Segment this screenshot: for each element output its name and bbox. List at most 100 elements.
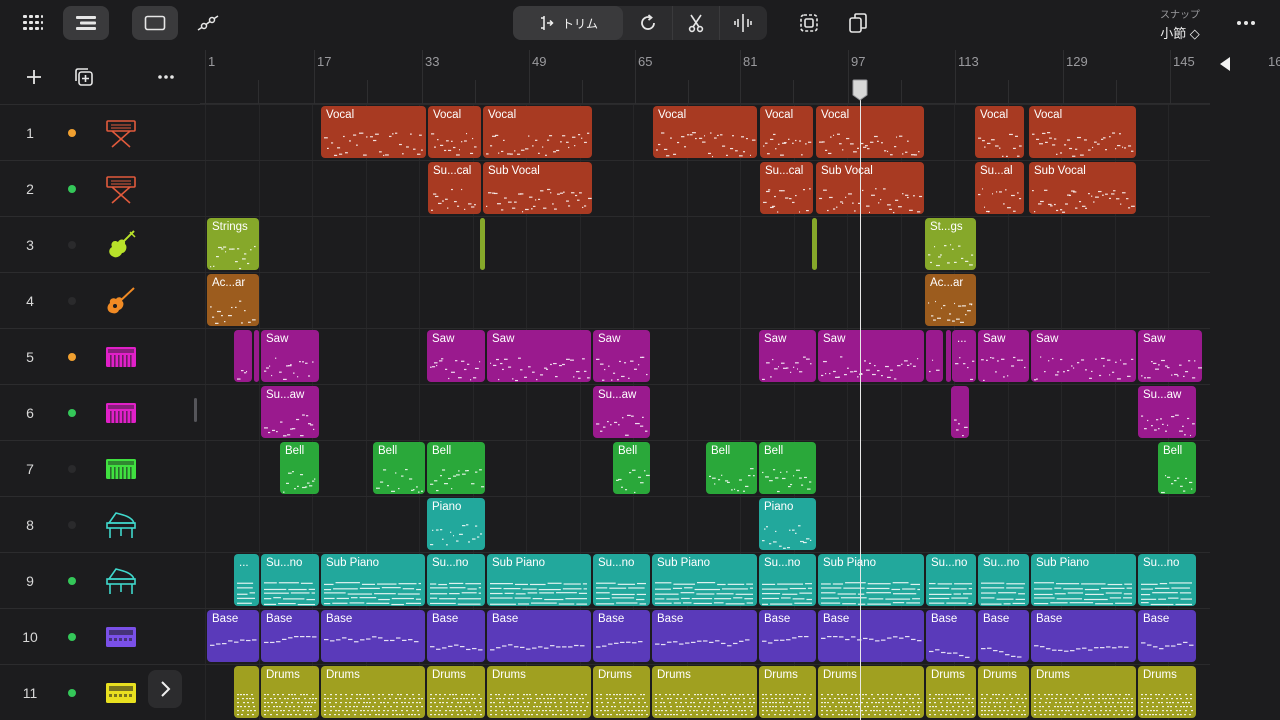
browser-grid-button[interactable] <box>10 6 56 40</box>
split-button[interactable] <box>672 6 718 40</box>
snap-selector[interactable]: スナップ 小節 ◇ <box>1150 6 1210 42</box>
region-block[interactable]: Bell <box>759 442 816 494</box>
region-block[interactable]: ... <box>234 554 259 606</box>
region-block[interactable] <box>480 218 485 270</box>
region-block[interactable]: Su...no <box>926 554 976 606</box>
region-block[interactable]: Saw <box>487 330 591 382</box>
region-block[interactable] <box>946 330 951 382</box>
region-block[interactable]: Su...al <box>975 162 1024 214</box>
region-block[interactable]: Saw <box>978 330 1029 382</box>
region-block[interactable]: Vocal <box>483 106 592 158</box>
grand-piano-icon[interactable] <box>104 509 138 541</box>
region-block[interactable]: Drums <box>1138 666 1196 718</box>
region-block[interactable]: Su...aw <box>593 386 650 438</box>
region-block[interactable]: ... <box>952 330 976 382</box>
track-header[interactable]: 6 <box>0 384 200 440</box>
region-block[interactable]: Vocal <box>975 106 1024 158</box>
track-status-dot[interactable] <box>68 241 76 249</box>
resize-handle[interactable] <box>194 398 197 422</box>
expand-track-button[interactable] <box>148 670 182 708</box>
track-status-dot[interactable] <box>68 689 76 697</box>
duplicate-track-button[interactable] <box>68 62 100 92</box>
region-block[interactable]: Drums <box>926 666 976 718</box>
track-status-dot[interactable] <box>68 297 76 305</box>
guitar-icon[interactable] <box>104 285 138 317</box>
end-marker-icon[interactable] <box>1218 56 1232 72</box>
more-menu-button[interactable] <box>1225 6 1267 40</box>
region-block[interactable]: Saw <box>759 330 816 382</box>
region-block[interactable]: Vocal <box>1029 106 1136 158</box>
track-status-dot[interactable] <box>68 185 76 193</box>
loop-button[interactable] <box>625 6 671 40</box>
region-block[interactable]: Su...no <box>1138 554 1196 606</box>
region-block[interactable]: Vocal <box>321 106 426 158</box>
region-block[interactable]: Drums <box>261 666 319 718</box>
track-status-dot[interactable] <box>68 129 76 137</box>
region-block[interactable]: St...gs <box>925 218 976 270</box>
track-options-button[interactable] <box>150 62 182 92</box>
region-block[interactable]: Sub Piano <box>1031 554 1136 606</box>
region-block[interactable]: Piano <box>759 498 816 550</box>
region-block[interactable]: Vocal <box>760 106 813 158</box>
synth-keyboard-icon[interactable] <box>104 397 138 429</box>
region-block[interactable]: Bell <box>427 442 485 494</box>
region-block[interactable]: Base <box>818 610 924 662</box>
region-block[interactable] <box>234 330 252 382</box>
region-block[interactable]: Base <box>978 610 1029 662</box>
track-status-dot[interactable] <box>68 633 76 641</box>
split-at-playhead-button[interactable] <box>719 6 765 40</box>
region-block[interactable]: Sub Vocal <box>1029 162 1136 214</box>
automation-button[interactable] <box>185 6 231 40</box>
region-block[interactable]: Sub Piano <box>818 554 924 606</box>
region-block[interactable]: Saw <box>1031 330 1136 382</box>
drum-machine-icon[interactable] <box>104 677 138 709</box>
region-block[interactable]: Saw <box>261 330 319 382</box>
region-block[interactable]: Saw <box>593 330 650 382</box>
track-header[interactable]: 2 <box>0 160 200 216</box>
region-block[interactable]: Drums <box>487 666 591 718</box>
region-block[interactable]: Piano <box>427 498 485 550</box>
region-block[interactable] <box>951 386 969 438</box>
region-block[interactable]: Su...no <box>261 554 319 606</box>
region-block[interactable]: Saw <box>427 330 485 382</box>
region-block[interactable]: Base <box>427 610 485 662</box>
region-select-button[interactable] <box>132 6 178 40</box>
region-block[interactable]: Drums <box>593 666 650 718</box>
region-block[interactable]: Su...no <box>593 554 650 606</box>
keyboard-x-icon[interactable] <box>104 173 138 205</box>
track-header[interactable]: 10 <box>0 608 200 664</box>
region-block[interactable]: Su...no <box>978 554 1029 606</box>
region-block[interactable]: Su...cal <box>760 162 813 214</box>
track-header[interactable]: 7 <box>0 440 200 496</box>
region-block[interactable]: Base <box>652 610 757 662</box>
region-block[interactable]: Base <box>926 610 976 662</box>
region-block[interactable]: Sub Piano <box>652 554 757 606</box>
region-block[interactable]: Sub Piano <box>321 554 425 606</box>
grand-piano-icon[interactable] <box>104 565 138 597</box>
region-block[interactable]: Base <box>321 610 425 662</box>
region-block[interactable]: Bell <box>373 442 425 494</box>
region-block[interactable]: Bell <box>613 442 650 494</box>
region-block[interactable]: Drums <box>978 666 1029 718</box>
region-block[interactable]: Saw <box>1138 330 1202 382</box>
region-block[interactable]: Su...aw <box>1138 386 1196 438</box>
region-block[interactable] <box>234 666 259 718</box>
region-block[interactable] <box>812 218 817 270</box>
track-header[interactable]: 3 <box>0 216 200 272</box>
region-block[interactable]: Drums <box>427 666 485 718</box>
track-status-dot[interactable] <box>68 577 76 585</box>
region-block[interactable]: Base <box>207 610 259 662</box>
region-block[interactable]: Saw <box>818 330 924 382</box>
track-status-dot[interactable] <box>68 521 76 529</box>
region-block[interactable] <box>926 330 943 382</box>
region-block[interactable] <box>254 330 259 382</box>
region-block[interactable]: Sub Piano <box>487 554 591 606</box>
track-header[interactable]: 1 <box>0 104 200 160</box>
arrangement-grid[interactable]: Vocal Vocal Vocal Vocal Vocal Vocal Vocal Vocal… <box>200 104 1210 720</box>
region-block[interactable]: Ac...ar <box>207 274 259 326</box>
region-block[interactable]: Drums <box>759 666 816 718</box>
region-block[interactable]: Strings <box>207 218 259 270</box>
region-block[interactable]: Base <box>759 610 816 662</box>
region-block[interactable]: Base <box>261 610 319 662</box>
region-block[interactable]: Su...no <box>427 554 485 606</box>
